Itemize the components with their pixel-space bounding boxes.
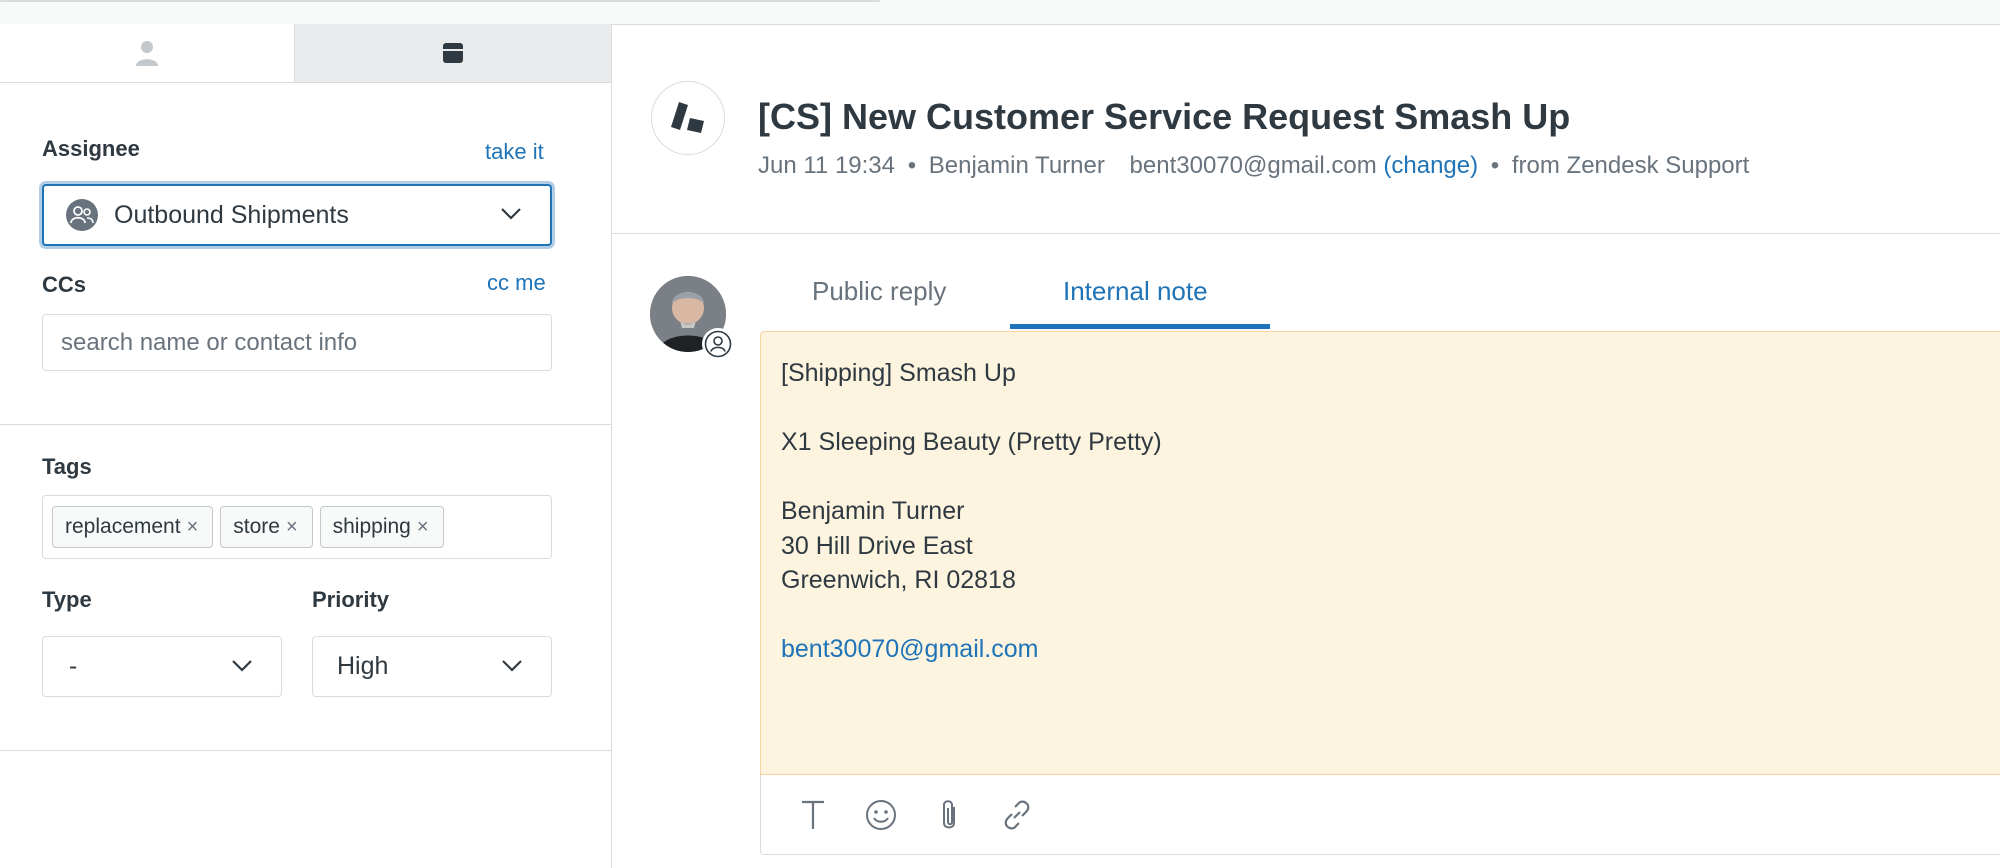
chevron-down-icon	[501, 208, 521, 220]
divider	[0, 750, 611, 751]
agent-badge	[702, 328, 734, 360]
type-value: -	[69, 652, 78, 680]
ticket-meta: Jun 11 19:34 • Benjamin Turner bent30070…	[758, 152, 1749, 180]
separator-bullet: •	[1490, 152, 1500, 179]
ticket-source: from Zendesk Support	[1511, 152, 1750, 179]
zendesk-logo	[651, 81, 725, 155]
note-line: [Shipping] Smash Up	[781, 359, 1016, 387]
tag-label: shipping	[332, 515, 411, 538]
change-requester-link[interactable]: (change)	[1383, 152, 1478, 179]
assignee-label: Assignee	[42, 136, 140, 161]
agent-user-icon	[704, 330, 732, 358]
remove-tag-icon[interactable]: ×	[417, 516, 429, 539]
take-it-link[interactable]: take it	[485, 139, 544, 165]
assignee-select[interactable]: Outbound Shipments	[42, 184, 552, 246]
cc-me-link[interactable]: cc me	[487, 270, 546, 296]
remove-tag-icon[interactable]: ×	[286, 516, 298, 539]
tag-chip: store ×	[220, 506, 313, 548]
tag-label: store	[233, 515, 280, 538]
requester-name[interactable]: Benjamin Turner	[929, 152, 1105, 179]
requester-email: bent30070@gmail.com	[1129, 152, 1377, 179]
tab-internal-note[interactable]: Internal note	[1063, 276, 1208, 307]
text-format-button[interactable]	[795, 797, 831, 833]
tab-public-reply[interactable]: Public reply	[812, 276, 946, 307]
tags-input[interactable]: replacement × store × shipping ×	[42, 495, 552, 559]
priority-select[interactable]: High	[312, 636, 552, 697]
note-line	[781, 598, 1162, 633]
divider	[0, 424, 611, 425]
emoji-button[interactable]	[863, 797, 899, 833]
ticket-title: [CS] New Customer Service Request Smash …	[758, 96, 1571, 137]
priority-value: High	[337, 652, 389, 680]
type-label: Type	[42, 587, 92, 612]
note-body: [Shipping] Smash Up X1 Sleeping Beauty (…	[781, 356, 1162, 667]
cc-search-input[interactable]: search name or contact info	[42, 314, 552, 371]
remove-tag-icon[interactable]: ×	[187, 516, 199, 539]
type-select[interactable]: -	[42, 636, 282, 697]
link-icon	[1004, 800, 1030, 830]
note-line: X1 Sleeping Beauty (Pretty Pretty)	[781, 428, 1162, 456]
note-email-link[interactable]: bent30070@gmail.com	[781, 632, 1162, 667]
tab-ticket[interactable]	[295, 24, 611, 82]
attachment-button[interactable]	[931, 797, 967, 833]
text-format-icon	[802, 800, 824, 829]
ticket-date: Jun 11 19:34	[758, 152, 896, 179]
link-button[interactable]	[999, 797, 1035, 833]
tag-label: replacement	[65, 515, 181, 538]
note-line: 30 Hill Drive East	[781, 531, 973, 560]
separator-bullet: •	[907, 152, 917, 179]
attachment-icon	[943, 800, 955, 829]
header-divider	[612, 233, 2000, 234]
priority-label: Priority	[312, 587, 390, 612]
emoji-icon	[866, 800, 896, 830]
top-scrollbar[interactable]	[0, 0, 880, 2]
cc-search-placeholder: search name or contact info	[61, 328, 358, 356]
sidebar-tabs	[0, 24, 611, 83]
user-icon	[136, 41, 158, 66]
note-line: Greenwich, RI 02818	[781, 566, 1016, 594]
note-line: Benjamin Turner	[781, 497, 965, 525]
note-line	[781, 460, 1162, 495]
tag-chip: shipping ×	[319, 506, 444, 548]
internal-note-editor[interactable]: [Shipping] Smash Up X1 Sleeping Beauty (…	[760, 331, 2000, 775]
top-bar	[0, 0, 2000, 25]
tab-user[interactable]	[0, 24, 295, 82]
assignee-value: Outbound Shipments	[114, 200, 349, 229]
editor-toolbar	[760, 775, 2000, 855]
chevron-down-icon	[232, 659, 252, 672]
ticket-properties-sidebar: Assignee take it Outbound Shipments CCs …	[0, 24, 612, 868]
group-icon	[66, 199, 98, 231]
card-icon	[443, 43, 463, 63]
ticket-main-pane: [CS] New Customer Service Request Smash …	[612, 24, 2000, 868]
active-tab-indicator	[1010, 324, 1270, 329]
chevron-down-icon	[502, 659, 522, 672]
note-line	[781, 391, 1162, 426]
tags-label: Tags	[42, 454, 92, 479]
tag-chip: replacement ×	[52, 506, 214, 548]
zendesk-icon	[671, 102, 704, 133]
ccs-label: CCs	[42, 272, 87, 297]
